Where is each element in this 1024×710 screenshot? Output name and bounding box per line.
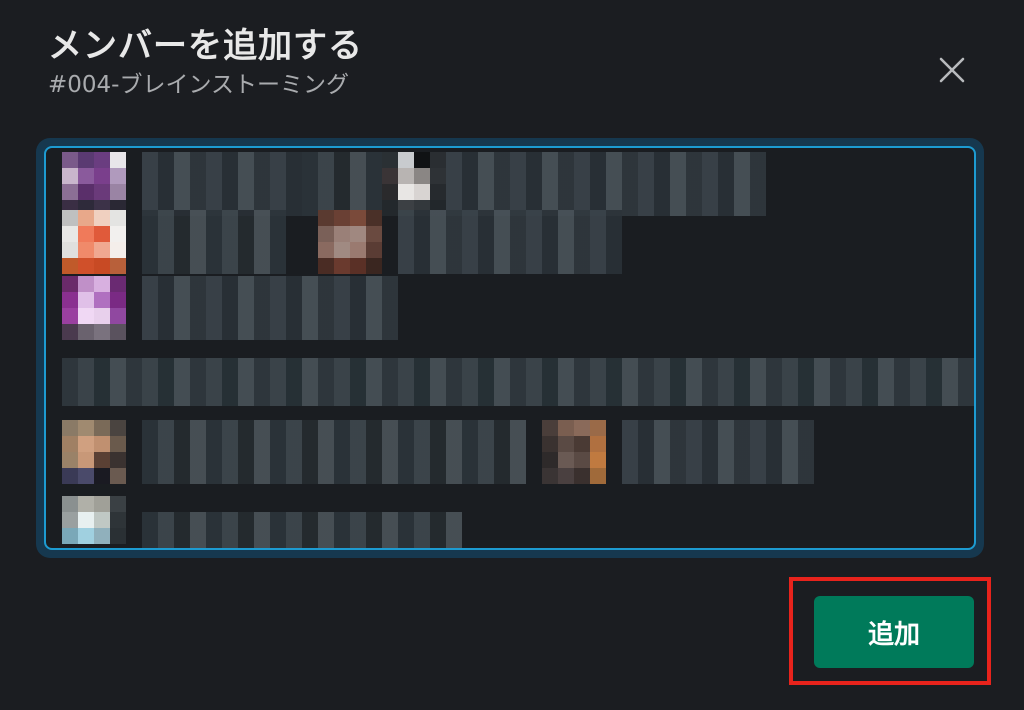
member-chip-text [302, 152, 382, 216]
member-avatar [62, 276, 126, 340]
add-members-dialog: メンバーを追加する #004-ブレインストーミング 追加 [0, 0, 1024, 710]
close-icon [939, 57, 965, 83]
member-chip-text [62, 358, 974, 406]
dialog-title: メンバーを追加する [48, 26, 363, 66]
member-avatar [62, 496, 126, 548]
member-avatar [382, 152, 446, 216]
member-chip-text [142, 210, 286, 274]
selected-members-blurred [46, 148, 974, 548]
member-chip-text [142, 152, 302, 216]
member-input-focus-ring [36, 138, 984, 558]
add-button[interactable]: 追加 [814, 596, 974, 668]
member-chip-text [398, 210, 622, 274]
member-chip-text [142, 276, 398, 340]
member-avatar [62, 420, 126, 484]
member-chip-text [446, 152, 766, 216]
member-avatar [62, 210, 126, 274]
member-avatar [542, 420, 606, 484]
member-chip-text [622, 420, 814, 484]
close-button[interactable] [930, 48, 974, 92]
member-avatar [318, 210, 382, 274]
channel-name: #004-ブレインストーミング [48, 72, 350, 98]
member-select-input[interactable] [44, 146, 976, 550]
member-chip-text [142, 420, 526, 484]
member-avatar [62, 152, 126, 216]
dialog-header: メンバーを追加する #004-ブレインストーミング [48, 24, 928, 100]
member-chip-text [142, 512, 462, 548]
